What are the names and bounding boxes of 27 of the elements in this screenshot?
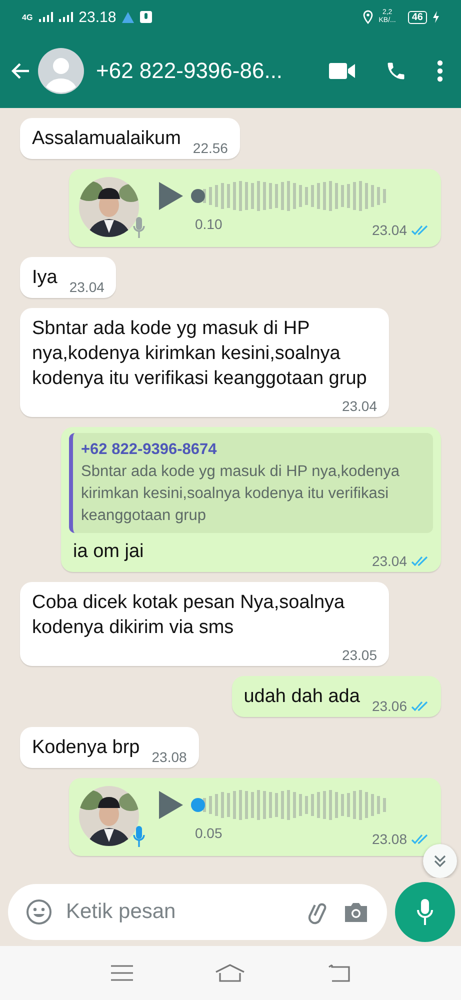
voice-duration: 0.05 bbox=[195, 824, 222, 842]
message-text: Iya bbox=[32, 266, 58, 290]
voice-duration: 0.10 bbox=[195, 214, 222, 234]
message-text: udah dah ada bbox=[244, 685, 360, 709]
message-text: ia om jai bbox=[73, 540, 144, 564]
message-input-field[interactable]: Ketik pesan bbox=[64, 899, 293, 925]
contact-name[interactable]: +62 822-9396-86... bbox=[96, 58, 299, 84]
message-time: 23.06 bbox=[372, 697, 407, 715]
message-time: 23.05 bbox=[342, 646, 377, 664]
clock: 23.18 bbox=[78, 8, 116, 26]
message-text: Assalamualaikum bbox=[32, 127, 181, 151]
message-time: 23.04 bbox=[69, 278, 104, 296]
message-field[interactable]: Ketik pesan bbox=[8, 884, 387, 940]
message-time: 23.04 bbox=[372, 221, 407, 239]
message-text: Sbntar ada kode yg masuk di HP nya,kodenya kirimkan kesini,soalnya kodenya itu verifikasi keanggotaan grup bbox=[32, 317, 368, 391]
quote-text: Sbntar ada kode yg masuk di HP nya,kodenya kirimkan kesini,soalnya kodenya itu verifikasi keanggotaan grup bbox=[81, 462, 401, 526]
message-time: 23.04 bbox=[372, 552, 407, 570]
message-time: 23.04 bbox=[342, 397, 377, 415]
message-time: 23.08 bbox=[372, 830, 407, 848]
quoted-message[interactable]: +62 822-9396-8674 Sbntar ada kode yg masuk di HP nya,kodenya kirimkan kesini,soalnya kodenya itu verifikasi keanggotaan grup bbox=[69, 433, 433, 533]
network-label: 4G bbox=[22, 12, 33, 22]
message-time: 22.56 bbox=[192, 139, 228, 157]
message-text: Kodenya brp bbox=[32, 736, 140, 760]
message-text: Coba dicek kotak pesan Nya,soalnya kodenya dikirim via sms bbox=[32, 591, 346, 640]
battery-indicator: 46 bbox=[408, 10, 427, 24]
quote-author: +62 822-9396-8674 bbox=[81, 440, 218, 460]
message-time: 23.08 bbox=[152, 748, 187, 766]
